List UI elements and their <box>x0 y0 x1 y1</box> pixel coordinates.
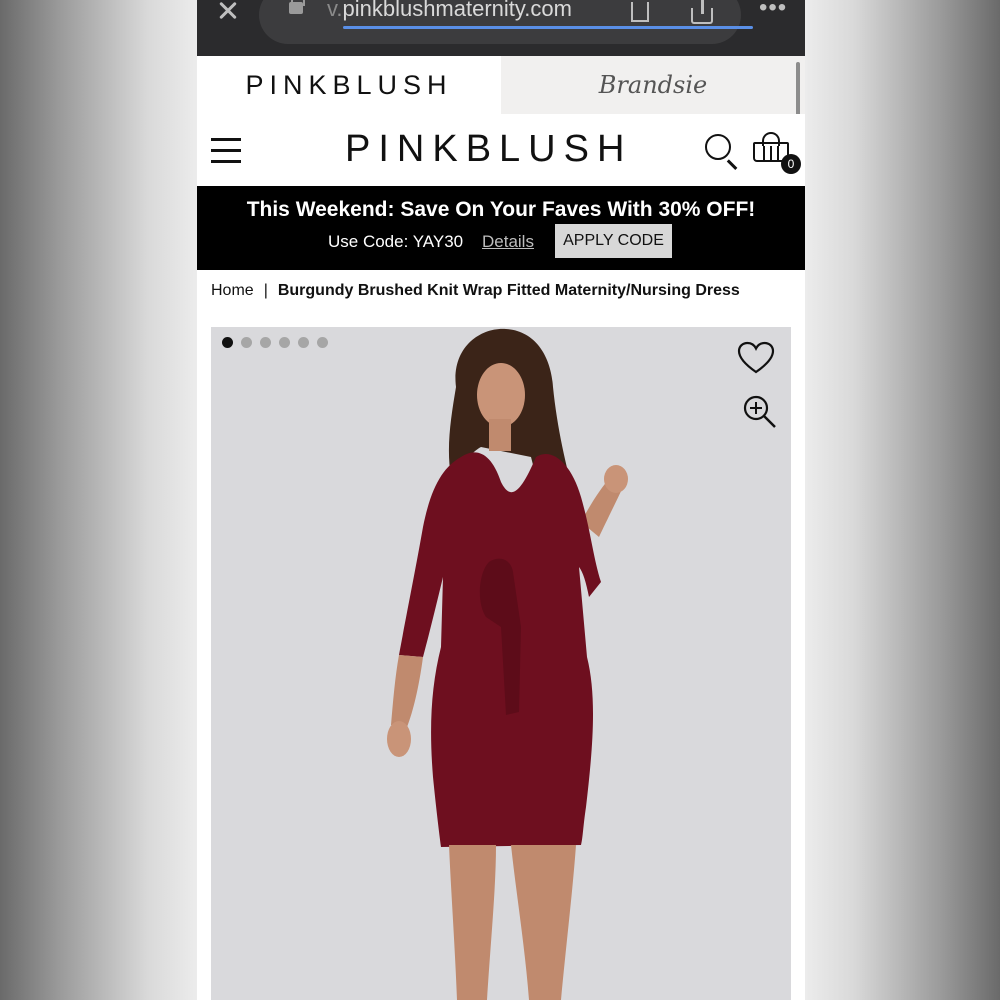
more-options-icon[interactable]: ••• <box>759 0 787 20</box>
promo-details-link[interactable]: Details <box>482 232 534 252</box>
promo-headline: This Weekend: Save On Your Faves With 30… <box>246 198 756 221</box>
background-left <box>0 0 197 1000</box>
breadcrumb-separator: | <box>263 282 268 299</box>
background-right <box>805 0 1000 1000</box>
menu-icon[interactable] <box>211 138 241 163</box>
carousel-dot[interactable] <box>260 337 271 348</box>
promo-code-text: Use Code: YAY30 <box>328 232 464 251</box>
brand-tab-pinkblush-label: PINKBLUSH <box>245 69 453 100</box>
url-domain: pinkblushmaternity.com <box>342 0 572 21</box>
brand-switcher: PINKBLUSH Brandsie <box>197 56 805 114</box>
brand-tab-brandsie-label: Brandsie <box>598 71 708 99</box>
carousel-dot[interactable] <box>279 337 290 348</box>
scrollbar[interactable] <box>796 62 800 120</box>
carousel-dot[interactable] <box>222 337 233 348</box>
brand-tab-brandsie[interactable]: Brandsie <box>501 56 805 114</box>
bookmark-icon[interactable] <box>631 2 649 22</box>
carousel-dot[interactable] <box>241 337 252 348</box>
phone-screen: v.pinkblushmaternity.com ••• PINKBLUSH B… <box>197 0 805 1000</box>
model-photo <box>387 328 628 1000</box>
site-header: PINKBLUSH 0 <box>197 114 805 186</box>
browser-toolbar: v.pinkblushmaternity.com ••• <box>197 0 805 56</box>
carousel-dots <box>222 337 328 348</box>
url-text: v.pinkblushmaternity.com <box>327 0 572 22</box>
search-icon[interactable] <box>705 134 741 170</box>
heart-icon[interactable] <box>737 341 775 375</box>
brand-tab-pinkblush[interactable]: PINKBLUSH <box>197 56 501 114</box>
carousel-dot[interactable] <box>298 337 309 348</box>
zoom-in-icon[interactable] <box>743 395 777 429</box>
promo-banner: This Weekend: Save On Your Faves With 30… <box>197 186 805 270</box>
apply-code-button[interactable]: APPLY CODE <box>555 224 672 258</box>
breadcrumb: Home | Burgundy Brushed Knit Wrap Fitted M… <box>211 282 740 300</box>
lock-icon <box>289 0 305 14</box>
breadcrumb-home[interactable]: Home <box>211 282 254 299</box>
address-bar[interactable]: v.pinkblushmaternity.com <box>259 0 753 44</box>
share-icon[interactable] <box>691 0 713 24</box>
site-logo[interactable]: PINKBLUSH <box>345 128 632 171</box>
carousel-dot[interactable] <box>317 337 328 348</box>
cart-count-badge: 0 <box>781 154 801 174</box>
breadcrumb-current: Burgundy Brushed Knit Wrap Fitted Matern… <box>277 282 740 299</box>
product-image[interactable] <box>211 327 791 1000</box>
page-load-progress <box>343 26 753 29</box>
url-prefix: v. <box>327 0 343 21</box>
close-icon[interactable] <box>215 0 241 22</box>
